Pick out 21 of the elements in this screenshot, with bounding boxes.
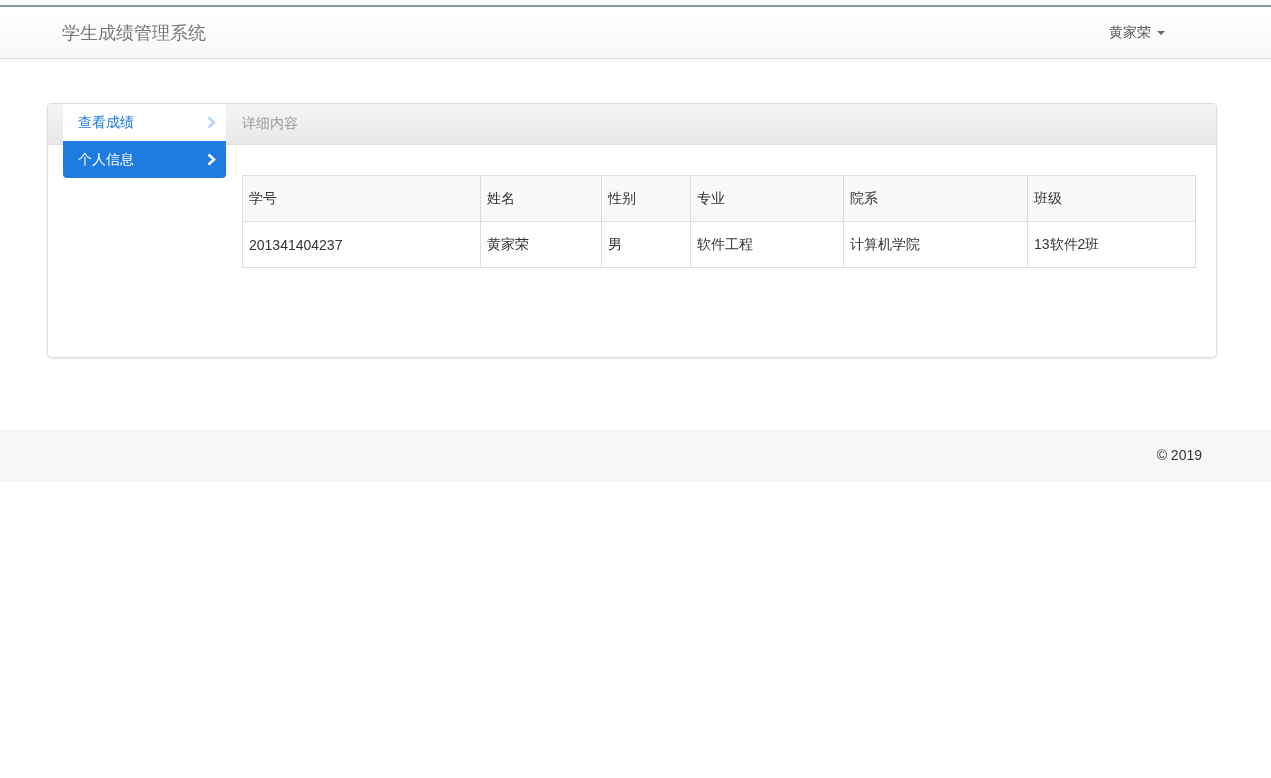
- user-menu-button[interactable]: 黄家荣: [1109, 23, 1165, 42]
- table-cell: 201341404237: [242, 221, 481, 268]
- table-cell: 黄家荣: [480, 221, 602, 268]
- caret-icon: [1157, 30, 1165, 35]
- column-header: 姓名: [480, 175, 602, 222]
- column-header: 学号: [242, 175, 481, 222]
- table-cell: 软件工程: [690, 221, 844, 268]
- column-header: 专业: [690, 175, 844, 222]
- sidebar-item[interactable]: 个人信息: [63, 141, 226, 178]
- column-header: 性别: [601, 175, 691, 222]
- copyright-text: © 2019: [1156, 447, 1202, 463]
- chevron-right-icon: [207, 153, 216, 166]
- chevron-right-icon: [207, 116, 216, 129]
- panel-title: 详细内容: [242, 115, 298, 133]
- brand-title[interactable]: 学生成绩管理系统: [62, 20, 206, 45]
- column-header: 院系: [843, 175, 1028, 222]
- column-header: 班级: [1027, 175, 1196, 222]
- table-cell: 计算机学院: [843, 221, 1028, 268]
- sidebar-item[interactable]: 查看成绩: [63, 104, 226, 141]
- table-cell: 13软件2班: [1027, 221, 1196, 268]
- table-cell: 男: [601, 221, 691, 268]
